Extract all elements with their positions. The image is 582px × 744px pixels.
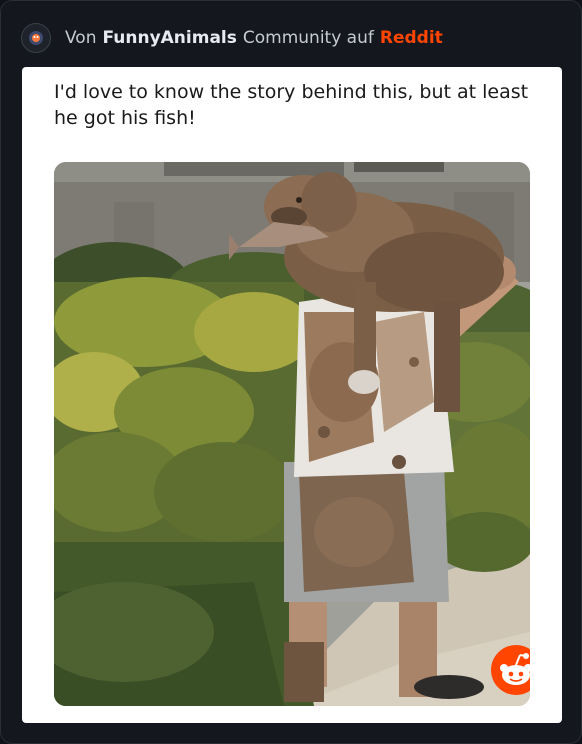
post-title-line1: I'd love to know the story behind this, … (54, 81, 529, 103)
embedded-post-frame: Von FunnyAnimals Community auf Reddit I'… (0, 0, 582, 744)
funnyanimals-avatar-icon[interactable] (21, 23, 51, 53)
reddit-logo-icon[interactable] (490, 644, 530, 696)
platform-name-link[interactable]: Reddit (380, 28, 443, 48)
post-image[interactable] (54, 162, 530, 706)
photo-man-carrying-muddy-dog (54, 162, 530, 706)
community-name-link[interactable]: FunnyAnimals (103, 28, 237, 48)
post-card[interactable]: I'd love to know the story behind this, … (22, 67, 562, 723)
post-title: I'd love to know the story behind this, … (54, 79, 534, 131)
header-middle-text: Community auf (242, 28, 374, 48)
post-title-line2: he got his fish! (54, 107, 196, 129)
header-prefix-text: Von (65, 28, 97, 48)
post-source-header: Von FunnyAnimals Community auf Reddit (21, 21, 443, 55)
